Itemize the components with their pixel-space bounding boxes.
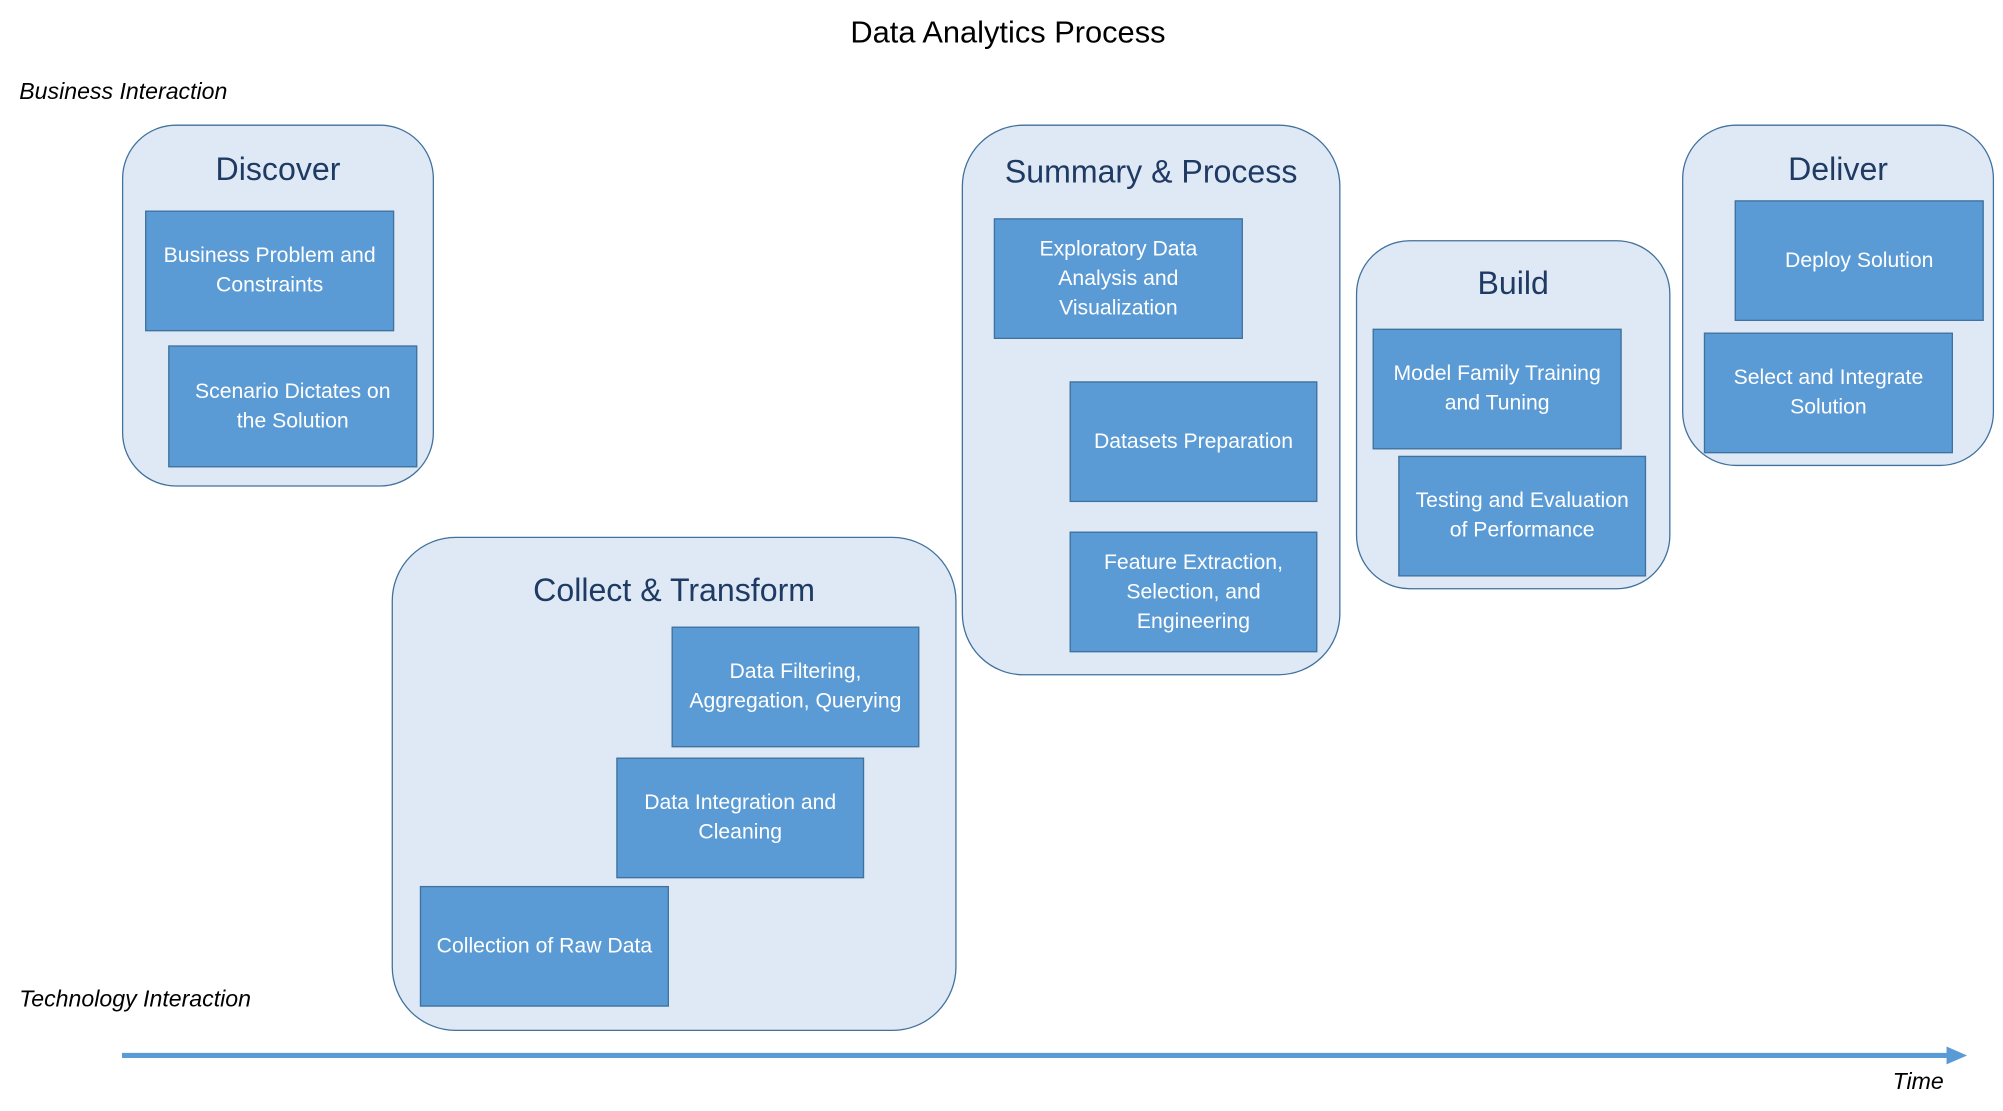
step-box: Exploratory Data Analysis and Visualizat… [993,218,1243,339]
step-box: Deploy Solution [1734,200,1984,321]
step-box: Collection of Raw Data [419,885,669,1007]
step-box: Data Filtering, Aggregation, Querying [671,626,920,748]
step-box: Select and Integrate Solution [1703,332,1953,454]
arrowhead-icon [1946,1046,1968,1065]
phase-title: Discover [215,151,341,188]
phase-title: Collect & Transform [533,572,816,609]
phase-title: Summary & Process [1004,154,1298,191]
step-box: Business Problem and Constraints [145,210,395,332]
step-box: Scenario Dictates on the Solution [168,345,418,468]
diagram: Data Analytics Process Business Interact… [0,0,2003,1111]
step-box: Testing and Evaluation of Performance [1398,455,1647,577]
phase-title: Deliver [1788,151,1888,188]
phase-title: Build [1477,265,1549,302]
step-box: Datasets Preparation [1069,381,1318,503]
step-box: Feature Extraction, Selection, and Engin… [1069,531,1318,653]
step-box: Data Integration and Cleaning [616,757,865,879]
step-box: Model Family Training and Tuning [1372,328,1622,450]
